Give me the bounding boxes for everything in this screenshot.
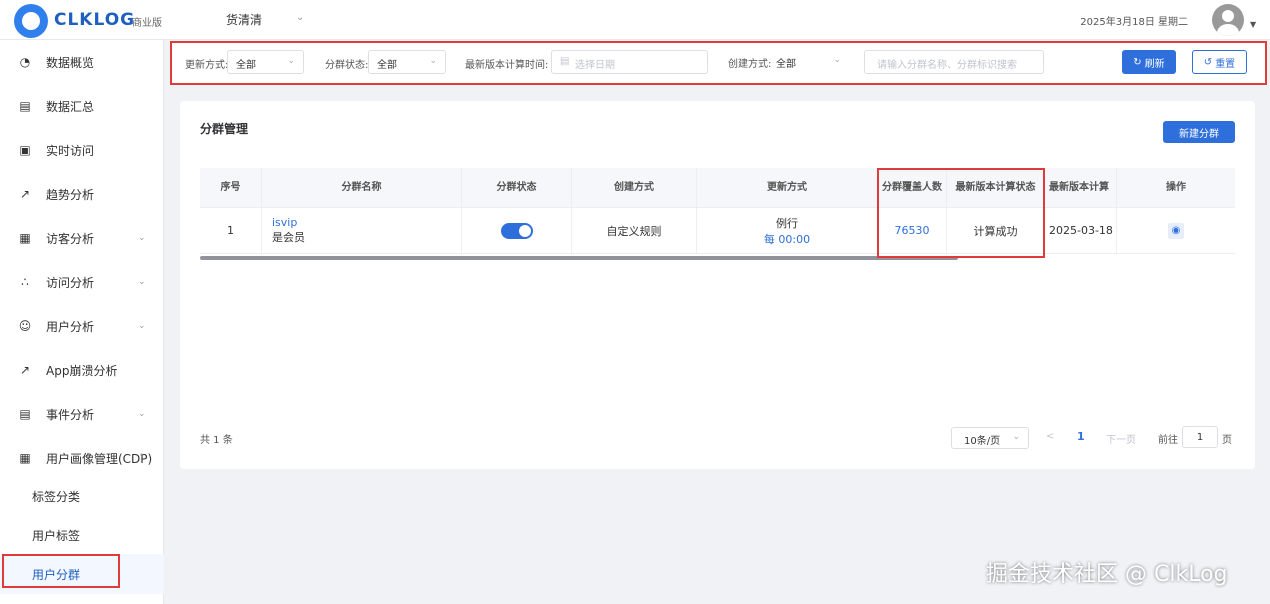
caret-down-icon[interactable]: ▼ — [1250, 20, 1256, 29]
segment-table: 序号 分群名称 分群状态 创建方式 更新方式 分群覆盖人数 最新版本计算状态 最… — [200, 168, 1235, 260]
prev-page-icon[interactable]: < — [1046, 431, 1054, 442]
view-eye-icon[interactable]: ◉ — [1168, 222, 1184, 239]
top-header: CLKLOG 商业版 货清清 ⌄ 2025年3月18日 星期二 ▼ — [0, 0, 1270, 40]
sidebar-subitem-tag-category[interactable]: 标签分类 — [0, 476, 164, 516]
summary-icon: ▤ — [19, 99, 31, 113]
sidebar-item-label: 访问分析 — [46, 275, 95, 290]
table-row: 1 isvip 是会员 自定义规则 例行 每 00:00 76530 计算成功 … — [200, 208, 1235, 254]
update-schedule: 每 00:00 — [763, 232, 811, 246]
sidebar-item-overview[interactable]: ◔ 数据概览 — [0, 40, 164, 84]
table-horizontal-scrollbar[interactable] — [200, 256, 958, 260]
highlight-box-sidebar — [2, 554, 120, 588]
column-header-name: 分群名称 — [262, 168, 462, 207]
chevron-down-icon: ⌄ — [138, 321, 146, 331]
watermark: 掘金技术社区 @ ClkLog — [986, 562, 1228, 587]
cdp-icon: ▦ — [19, 451, 31, 465]
current-date: 2025年3月18日 星期二 — [1080, 17, 1188, 28]
user-icon: ☺ — [18, 319, 32, 333]
chevron-down-icon: ⌄ — [138, 233, 146, 243]
sidebar-item-label: 数据汇总 — [46, 99, 95, 114]
column-header-calc-time: 最新版本计算 — [1045, 168, 1117, 207]
segment-id-link[interactable]: isvip — [272, 216, 297, 229]
cell-create: 自定义规则 — [572, 208, 697, 253]
visitor-icon: ▦ — [19, 231, 31, 245]
sidebar-item-label: 用户画像管理(CDP) — [46, 451, 153, 466]
sidebar-item-label: 实时访问 — [46, 143, 95, 158]
new-segment-button[interactable]: 新建分群 — [1163, 121, 1235, 143]
chevron-down-icon: ⌄ — [138, 409, 146, 419]
crash-icon: ↗ — [19, 363, 31, 377]
sidebar-item-realtime[interactable]: ▣ 实时访问 — [0, 128, 164, 172]
sidebar-item-user[interactable]: ☺ 用户分析 ⌄ — [0, 304, 164, 348]
segment-name: 是会员 — [272, 231, 305, 244]
highlight-box-filters — [170, 41, 1267, 85]
column-header-status: 分群状态 — [462, 168, 572, 207]
highlight-box-columns — [877, 168, 1045, 258]
chevron-down-icon: ⌄ — [1012, 432, 1020, 442]
logo-text: CLKLOG — [54, 10, 136, 30]
sidebar-item-label: 事件分析 — [46, 407, 95, 422]
page-size-select[interactable]: 10条/页 ⌄ — [951, 427, 1029, 449]
edition-label: 商业版 — [132, 18, 162, 29]
column-header-index: 序号 — [200, 168, 262, 207]
table-header: 序号 分群名称 分群状态 创建方式 更新方式 分群覆盖人数 最新版本计算状态 最… — [200, 168, 1235, 208]
next-page-button[interactable]: 下一页 — [1106, 431, 1136, 446]
update-mode: 例行 — [776, 216, 798, 230]
total-count: 共 1 条 — [200, 435, 233, 446]
segment-status-toggle[interactable] — [500, 222, 533, 239]
sidebar-item-summary[interactable]: ▤ 数据汇总 — [0, 84, 164, 128]
chevron-up-icon: ⌃ — [138, 453, 146, 463]
chevron-down-icon: ⌄ — [138, 277, 146, 287]
sidebar-item-label: 用户分析 — [46, 319, 95, 334]
page-size-value: 10条/页 — [964, 436, 1001, 447]
cell-index: 1 — [200, 208, 262, 253]
cell-actions: ◉ — [1117, 208, 1235, 253]
sidebar: ◔ 数据概览 ▤ 数据汇总 ▣ 实时访问 ↗ 趋势分析 ▦ 访客分析 ⌄ ∴ 访… — [0, 40, 164, 604]
sidebar-item-cdp[interactable]: ▦ 用户画像管理(CDP) ⌃ — [0, 436, 164, 480]
sidebar-item-visitor[interactable]: ▦ 访客分析 ⌄ — [0, 216, 164, 260]
column-header-create: 创建方式 — [572, 168, 697, 207]
sidebar-subitem-label: 用户标签 — [32, 528, 81, 543]
trend-icon: ↗ — [19, 187, 31, 201]
goto-page-input[interactable]: 1 — [1182, 426, 1218, 448]
cell-calc-time: 2025-03-18 00 — [1045, 208, 1117, 253]
sidebar-item-trend[interactable]: ↗ 趋势分析 — [0, 172, 164, 216]
sidebar-subitem-user-tag[interactable]: 用户标签 — [0, 515, 164, 555]
page-number-current[interactable]: 1 — [1077, 430, 1085, 443]
sidebar-item-label: 趋势分析 — [46, 187, 95, 202]
cell-status — [462, 208, 572, 253]
page-title: 分群管理 — [200, 122, 249, 136]
event-icon: ▤ — [19, 407, 31, 421]
chevron-down-icon[interactable]: ⌄ — [296, 12, 304, 23]
sidebar-item-label: 数据概览 — [46, 55, 95, 70]
sidebar-item-label: App崩溃分析 — [46, 363, 118, 378]
goto-label: 前往 — [1158, 435, 1178, 446]
sidebar-item-crash[interactable]: ↗ App崩溃分析 — [0, 348, 164, 392]
dashboard-icon: ◔ — [19, 55, 31, 69]
realtime-icon: ▣ — [19, 143, 31, 157]
visit-icon: ∴ — [21, 275, 29, 289]
logo-icon — [14, 4, 48, 38]
project-selector[interactable]: 货清清 — [226, 11, 262, 28]
cell-update: 例行 每 00:00 — [697, 208, 878, 253]
column-header-actions: 操作 — [1166, 182, 1186, 193]
cell-name: isvip 是会员 — [262, 208, 462, 253]
column-header-update: 更新方式 — [697, 168, 878, 207]
page-unit-label: 页 — [1222, 435, 1232, 446]
segment-management-card: 分群管理 新建分群 序号 分群名称 分群状态 创建方式 更新方式 分群覆盖人数 … — [180, 101, 1255, 469]
sidebar-item-event[interactable]: ▤ 事件分析 ⌄ — [0, 392, 164, 436]
sidebar-subitem-label: 标签分类 — [32, 489, 81, 504]
sidebar-item-label: 访客分析 — [46, 231, 95, 246]
avatar[interactable] — [1212, 4, 1244, 36]
sidebar-item-visit[interactable]: ∴ 访问分析 ⌄ — [0, 260, 164, 304]
